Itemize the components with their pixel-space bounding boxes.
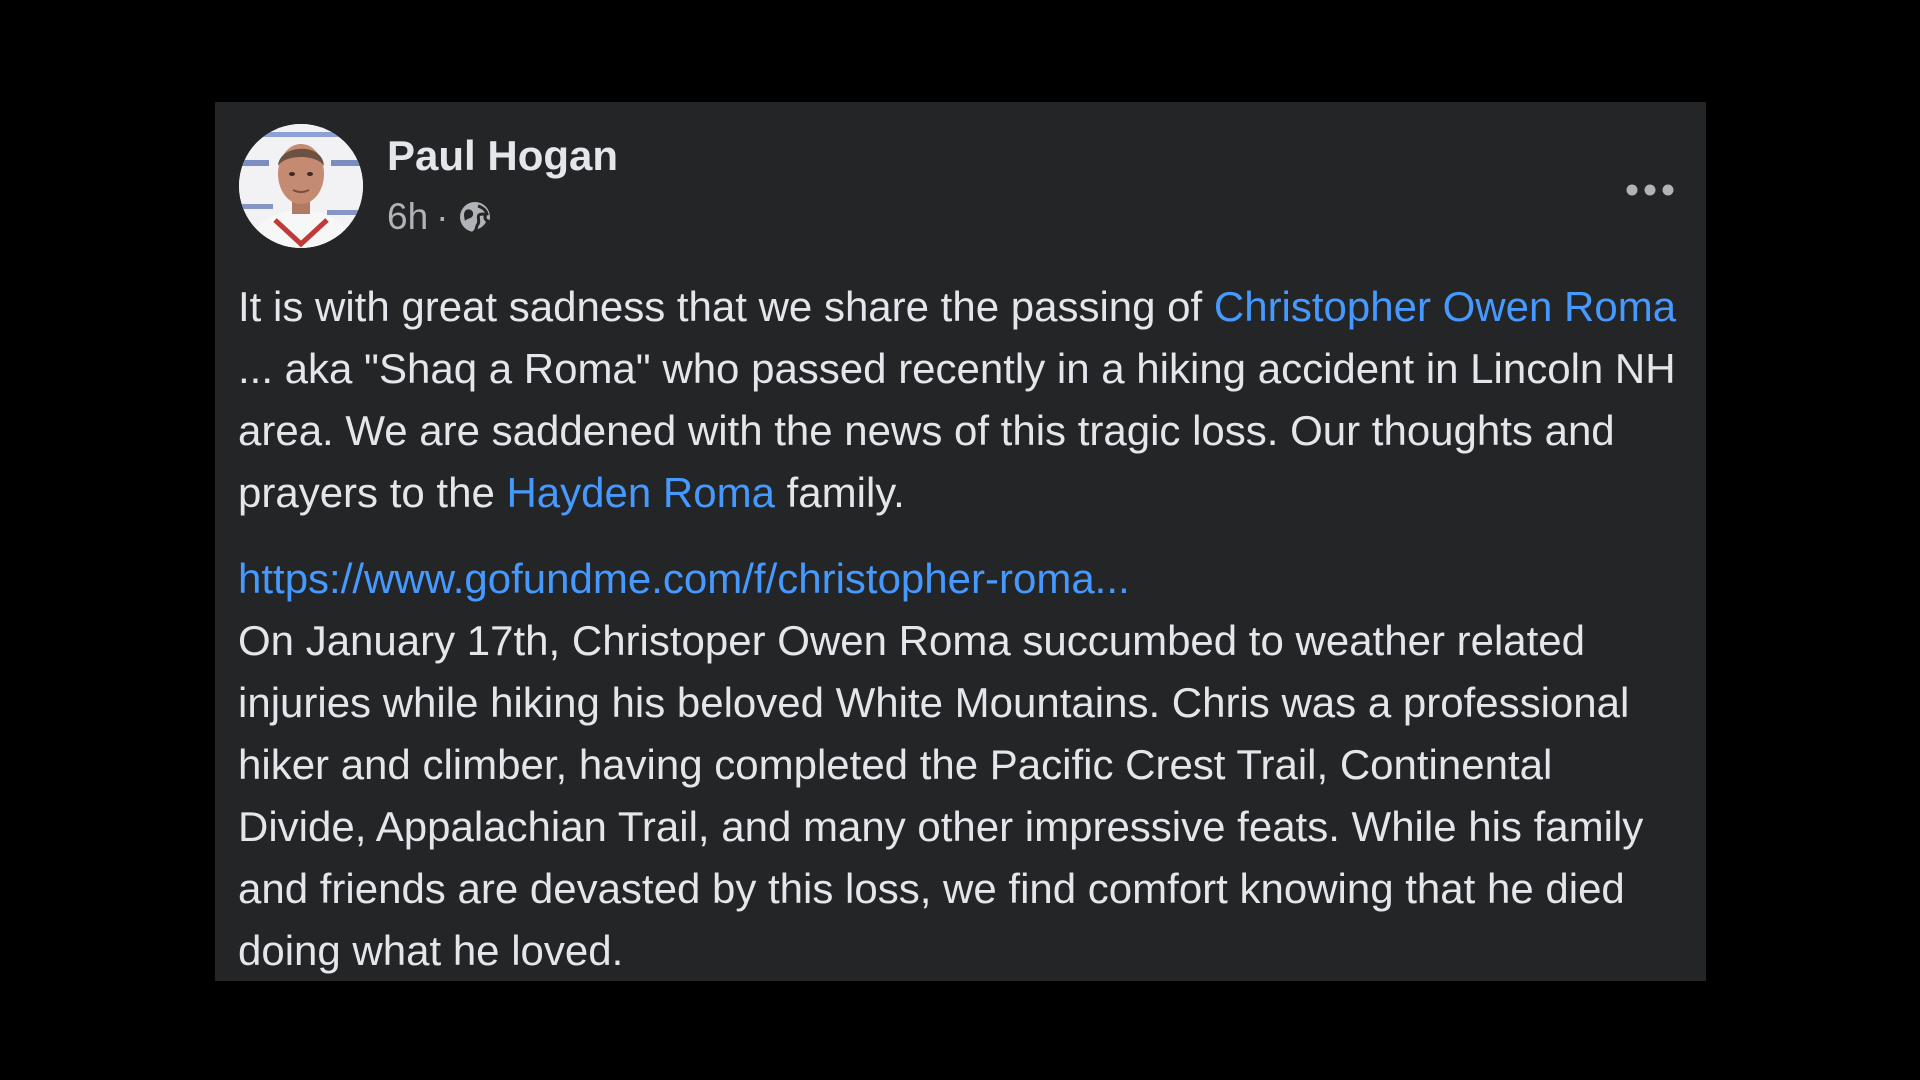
post-meta: 6h · — [387, 194, 494, 240]
post-timestamp[interactable]: 6h — [387, 196, 428, 238]
intro-text-1: It is with great sadness that we share t… — [238, 283, 1214, 330]
mention-christopher-owen-roma[interactable]: Christopher Owen Roma — [1214, 283, 1676, 330]
more-options-button[interactable] — [1618, 168, 1682, 212]
post-header: Paul Hogan 6h · — [239, 124, 1682, 250]
meta-separator: · — [436, 196, 449, 237]
post-card: Paul Hogan 6h · It is with great sadness… — [215, 102, 1706, 981]
avatar-image — [239, 124, 363, 248]
mention-hayden-roma[interactable]: Hayden Roma — [506, 469, 774, 516]
post-link-line: https://www.gofundme.com/f/christopher-r… — [238, 548, 1692, 610]
post-body: It is with great sadness that we share t… — [238, 276, 1692, 982]
intro-text-2: ... aka "Shaq a Roma" who passed recentl… — [238, 345, 1676, 516]
author-name[interactable]: Paul Hogan — [387, 132, 618, 180]
more-options-icon — [1626, 184, 1674, 196]
post-paragraph-details: On January 17th, Christoper Owen Roma su… — [238, 617, 1644, 974]
gofundme-link[interactable]: https://www.gofundme.com/f/christopher-r… — [238, 555, 1130, 602]
intro-text-3: family. — [774, 469, 905, 516]
post-paragraph-intro: It is with great sadness that we share t… — [238, 276, 1692, 524]
globe-icon — [456, 198, 494, 236]
avatar[interactable] — [239, 124, 363, 248]
